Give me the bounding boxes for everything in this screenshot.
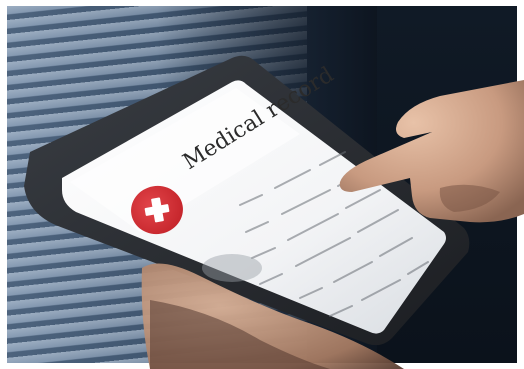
tablet-illustration	[24, 55, 524, 369]
blurred-screen-element	[202, 254, 262, 282]
